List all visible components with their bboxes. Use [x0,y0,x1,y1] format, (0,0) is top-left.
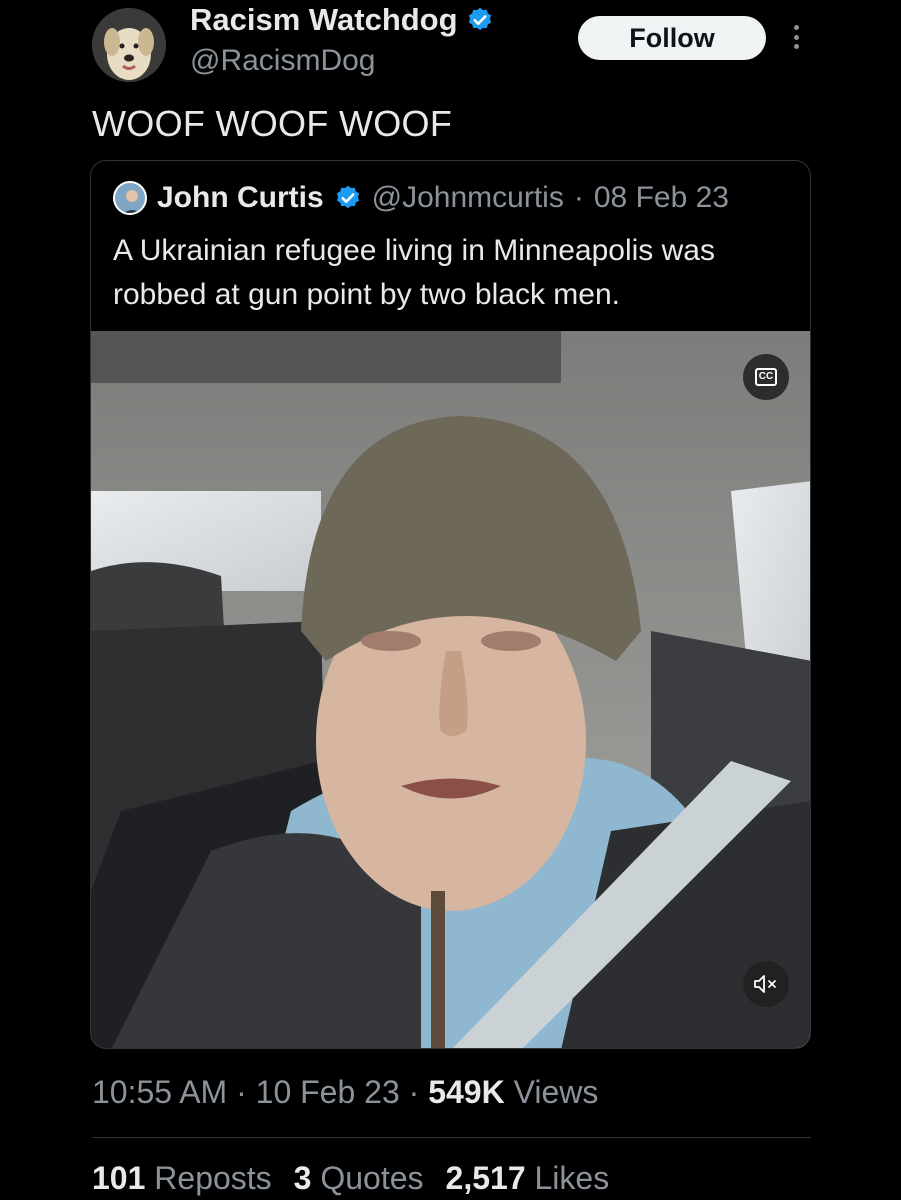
muted-speaker-icon [754,975,776,993]
tweet-time[interactable]: 10:55 AM [92,1074,227,1110]
quoted-author-handle[interactable]: @Johnmcurtis [372,181,564,215]
follow-button[interactable]: Follow [578,16,766,60]
reposts-label: Reposts [154,1160,272,1196]
quotes-stat[interactable]: 3 Quotes [294,1160,424,1197]
quoted-date[interactable]: 08 Feb 23 [594,181,729,215]
person-avatar-icon [115,183,145,213]
reposts-count: 101 [92,1160,146,1196]
more-options-icon[interactable] [787,22,805,52]
quotes-label: Quotes [320,1160,424,1196]
author-avatar[interactable] [92,8,166,82]
divider [92,1137,811,1138]
views-count: 549K [428,1074,505,1110]
video-frame [91,331,810,1048]
quoted-author-name[interactable]: John Curtis [157,181,324,215]
views-label: Views [513,1074,599,1110]
meta-separator: · [408,1074,420,1110]
likes-label: Likes [534,1160,610,1196]
tweet-text: WOOF WOOF WOOF [92,103,453,144]
quoted-tweet-header: John Curtis @Johnmcurtis · 08 Feb 23 [113,181,729,215]
likes-count: 2,517 [445,1160,526,1196]
dog-avatar-icon [92,8,166,82]
author-name-row[interactable]: Racism Watchdog [190,2,494,38]
quoted-tweet-text: A Ukrainian refugee living in Minneapoli… [113,234,715,311]
quoted-tweet[interactable]: John Curtis @Johnmcurtis · 08 Feb 23 A U… [90,160,811,1049]
likes-stat[interactable]: 2,517 Likes [446,1160,610,1197]
tweet-date[interactable]: 10 Feb 23 [256,1074,400,1110]
author-name[interactable]: Racism Watchdog [190,2,458,38]
quotes-count: 3 [293,1160,312,1196]
meta-separator: · [573,181,584,214]
closed-captions-button[interactable]: CC [743,354,789,400]
verified-badge-icon [336,185,359,209]
author-handle[interactable]: @RacismDog [190,44,376,78]
verified-badge-icon [468,7,491,31]
reposts-stat[interactable]: 101 Reposts [92,1160,272,1197]
closed-captions-icon: CC [754,368,778,386]
quoted-author-avatar[interactable] [113,181,147,215]
video-player[interactable]: CC [91,331,810,1048]
tweet-meta-row: 10:55 AM · 10 Feb 23 · 549K Views [92,1074,598,1111]
mute-button[interactable] [743,961,789,1007]
engagement-stats: 101 Reposts 3 Quotes 2,517 Likes [92,1160,609,1197]
meta-separator: · [236,1074,247,1110]
